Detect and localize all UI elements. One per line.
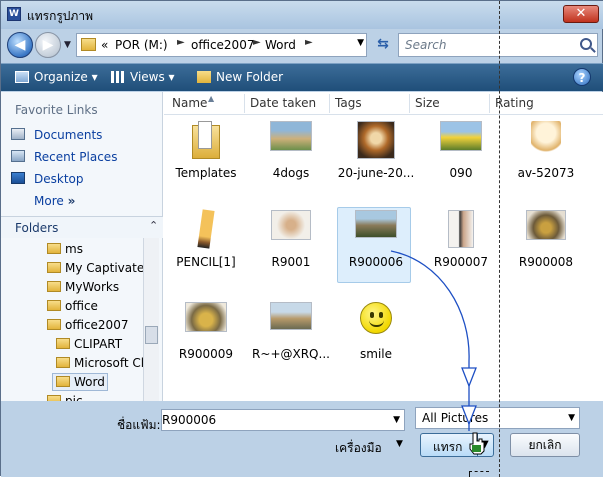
insert-picture-dialog: W แทรกรูปภาพ ✕ ◀ ▶ ▼ « POR (M:) ► office… (0, 0, 603, 477)
hand-cursor-icon (469, 432, 485, 455)
annotation-arrowhead-icon (461, 367, 477, 388)
annotation-arrowhead-icon (461, 405, 477, 426)
annotation-guide-line (499, 1, 500, 477)
annotation-arrow (390, 250, 477, 431)
annotation-arrow-line (390, 250, 470, 431)
annotation-guide-line (469, 471, 489, 477)
